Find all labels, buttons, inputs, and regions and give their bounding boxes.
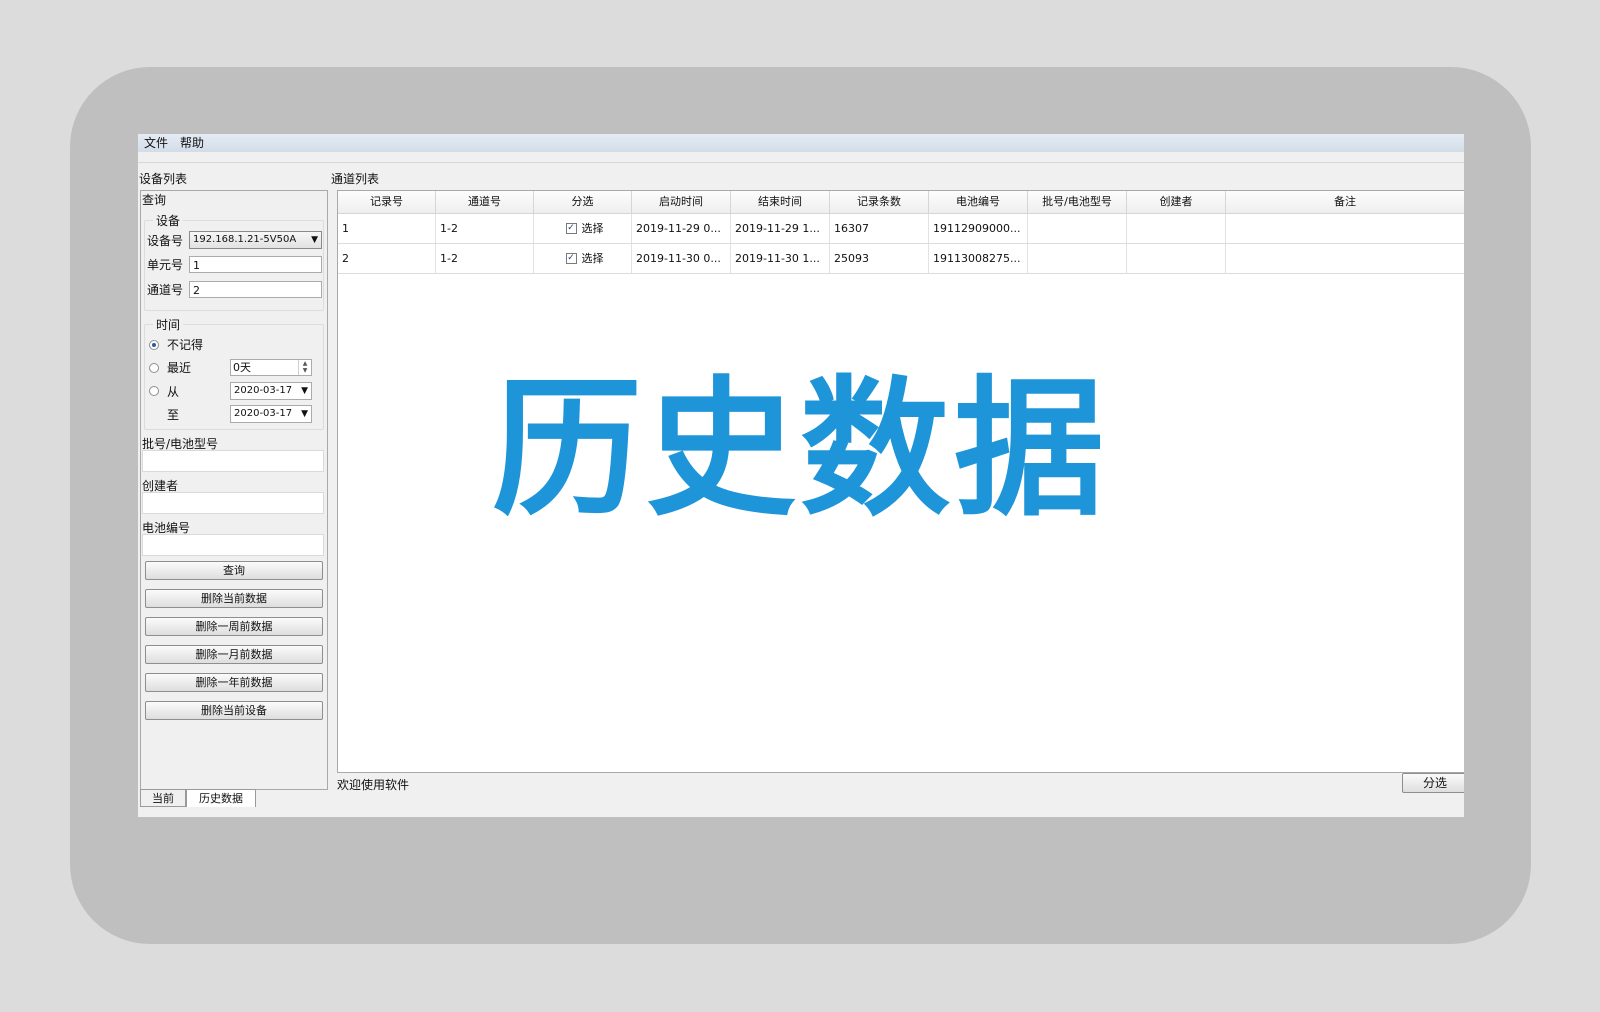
cell-batch xyxy=(1028,244,1127,273)
time-recent-option[interactable]: 最近 0天 ▲ ▼ xyxy=(149,359,312,376)
chevron-down-icon: ▼ xyxy=(301,386,308,396)
col-battery[interactable]: 电池编号 xyxy=(929,191,1028,213)
time-none-option[interactable]: 不记得 xyxy=(149,336,203,353)
cell-channel: 1-2 xyxy=(436,214,534,243)
time-none-label: 不记得 xyxy=(167,338,204,352)
channel-input[interactable]: 2 xyxy=(189,281,322,298)
unit-input[interactable]: 1 xyxy=(189,256,322,273)
table-header: 记录号 通道号 分选 启动时间 结束时间 记录条数 电池编号 批号/电池型号 创… xyxy=(338,191,1464,214)
col-end[interactable]: 结束时间 xyxy=(731,191,830,213)
radio-recent[interactable] xyxy=(149,362,159,373)
device-select-value: 192.168.1.21-5V50A xyxy=(193,234,297,245)
delete-current-button[interactable]: 删除当前数据 xyxy=(145,589,323,608)
cell-end: 2019-11-29 1... xyxy=(731,214,830,243)
col-select[interactable]: 分选 xyxy=(534,191,632,213)
col-note[interactable]: 备注 xyxy=(1226,191,1464,213)
col-batch[interactable]: 批号/电池型号 xyxy=(1028,191,1127,213)
chevron-down-icon: ▼ xyxy=(301,409,308,419)
device-label: 设备号 xyxy=(147,233,184,248)
chevron-down-icon: ▼ xyxy=(311,235,318,245)
col-count[interactable]: 记录条数 xyxy=(830,191,929,213)
table-row[interactable]: 2 1-2 ✓ 选择 2019-11-30 0... 2019-11-30 1.… xyxy=(338,244,1464,274)
cell-count: 16307 xyxy=(830,214,929,243)
menu-divider xyxy=(138,162,1464,163)
query-button[interactable]: 查询 xyxy=(145,561,323,580)
radio-none[interactable] xyxy=(149,339,159,350)
stepper-buttons[interactable]: ▲ ▼ xyxy=(298,360,311,375)
col-creator[interactable]: 创建者 xyxy=(1127,191,1226,213)
cell-note xyxy=(1226,214,1464,243)
cell-select: ✓ 选择 xyxy=(534,244,632,273)
time-from-option[interactable]: 从 2020-03-17 ▼ xyxy=(149,382,312,400)
cell-record: 2 xyxy=(338,244,436,273)
menu-help[interactable]: 帮助 xyxy=(174,134,210,152)
delete-year-button[interactable]: 删除一年前数据 xyxy=(145,673,323,692)
split-button[interactable]: 分选 xyxy=(1402,773,1464,793)
cell-end: 2019-11-30 1... xyxy=(731,244,830,273)
radio-from[interactable] xyxy=(149,386,159,396)
time-to-row: 至 2020-03-17 ▼ xyxy=(167,405,312,423)
time-from-label: 从 xyxy=(167,384,180,399)
overlay-title: 历史数据 xyxy=(491,363,1108,537)
stepper-up-icon[interactable]: ▲ xyxy=(299,360,311,367)
to-date-picker[interactable]: 2020-03-17 ▼ xyxy=(230,405,312,423)
channel-label: 通道号 xyxy=(147,283,184,297)
recent-days-value: 0天 xyxy=(233,361,251,374)
cell-count: 25093 xyxy=(830,244,929,273)
cell-battery: 19113008275... xyxy=(929,244,1028,273)
channel-list-label: 通道列表 xyxy=(331,172,380,186)
query-panel: 查询 设备 设备号 192.168.1.21-5V50A ▼ 单元号 1 通道号… xyxy=(140,190,328,790)
creator-input[interactable] xyxy=(142,492,324,514)
battery-input[interactable] xyxy=(142,534,324,556)
status-text: 欢迎使用软件 xyxy=(337,778,410,792)
unit-label: 单元号 xyxy=(147,258,184,272)
col-channel[interactable]: 通道号 xyxy=(436,191,534,213)
delete-month-button[interactable]: 删除一月前数据 xyxy=(145,645,323,664)
time-to-label: 至 xyxy=(167,407,180,422)
stepper-down-icon[interactable]: ▼ xyxy=(299,367,311,374)
checkbox-icon[interactable]: ✓ xyxy=(565,253,577,264)
cell-creator xyxy=(1127,214,1226,243)
checkbox-icon[interactable]: ✓ xyxy=(565,223,577,234)
cell-channel: 1-2 xyxy=(436,244,534,273)
recent-days-stepper[interactable]: 0天 ▲ ▼ xyxy=(230,359,312,376)
to-date-value: 2020-03-17 xyxy=(234,408,293,419)
delete-week-button[interactable]: 删除一周前数据 xyxy=(145,617,323,636)
tab-current[interactable]: 当前 xyxy=(140,789,186,807)
tab-history[interactable]: 历史数据 xyxy=(186,789,256,807)
col-record[interactable]: 记录号 xyxy=(338,191,436,213)
time-group-legend: 时间 xyxy=(153,316,184,333)
device-select[interactable]: 192.168.1.21-5V50A ▼ xyxy=(189,231,322,249)
device-group-legend: 设备 xyxy=(153,212,184,229)
cell-select: ✓ 选择 xyxy=(534,214,632,243)
from-date-picker[interactable]: 2020-03-17 ▼ xyxy=(230,382,312,400)
menu-bar: 文件 帮助 xyxy=(138,134,1464,152)
select-label: 选择 xyxy=(581,222,604,235)
col-start[interactable]: 启动时间 xyxy=(632,191,731,213)
from-date-value: 2020-03-17 xyxy=(234,385,293,396)
cell-creator xyxy=(1127,244,1226,273)
query-panel-title: 查询 xyxy=(142,193,167,207)
device-row: 设备号 192.168.1.21-5V50A ▼ xyxy=(147,231,322,249)
cell-start: 2019-11-29 0... xyxy=(632,214,731,243)
delete-device-button[interactable]: 删除当前设备 xyxy=(145,701,323,720)
channel-row: 通道号 2 xyxy=(147,281,322,298)
cell-start: 2019-11-30 0... xyxy=(632,244,731,273)
cell-battery: 19112909000... xyxy=(929,214,1028,243)
time-recent-label: 最近 xyxy=(167,361,192,375)
cell-note xyxy=(1226,244,1464,273)
unit-row: 单元号 1 xyxy=(147,256,322,273)
cell-record: 1 xyxy=(338,214,436,243)
batch-input[interactable] xyxy=(142,450,324,472)
menu-file[interactable]: 文件 xyxy=(138,134,174,152)
cell-batch xyxy=(1028,214,1127,243)
select-label: 选择 xyxy=(581,252,604,265)
device-list-label: 设备列表 xyxy=(139,172,188,186)
table-row[interactable]: 1 1-2 ✓ 选择 2019-11-29 0... 2019-11-29 1.… xyxy=(338,214,1464,244)
